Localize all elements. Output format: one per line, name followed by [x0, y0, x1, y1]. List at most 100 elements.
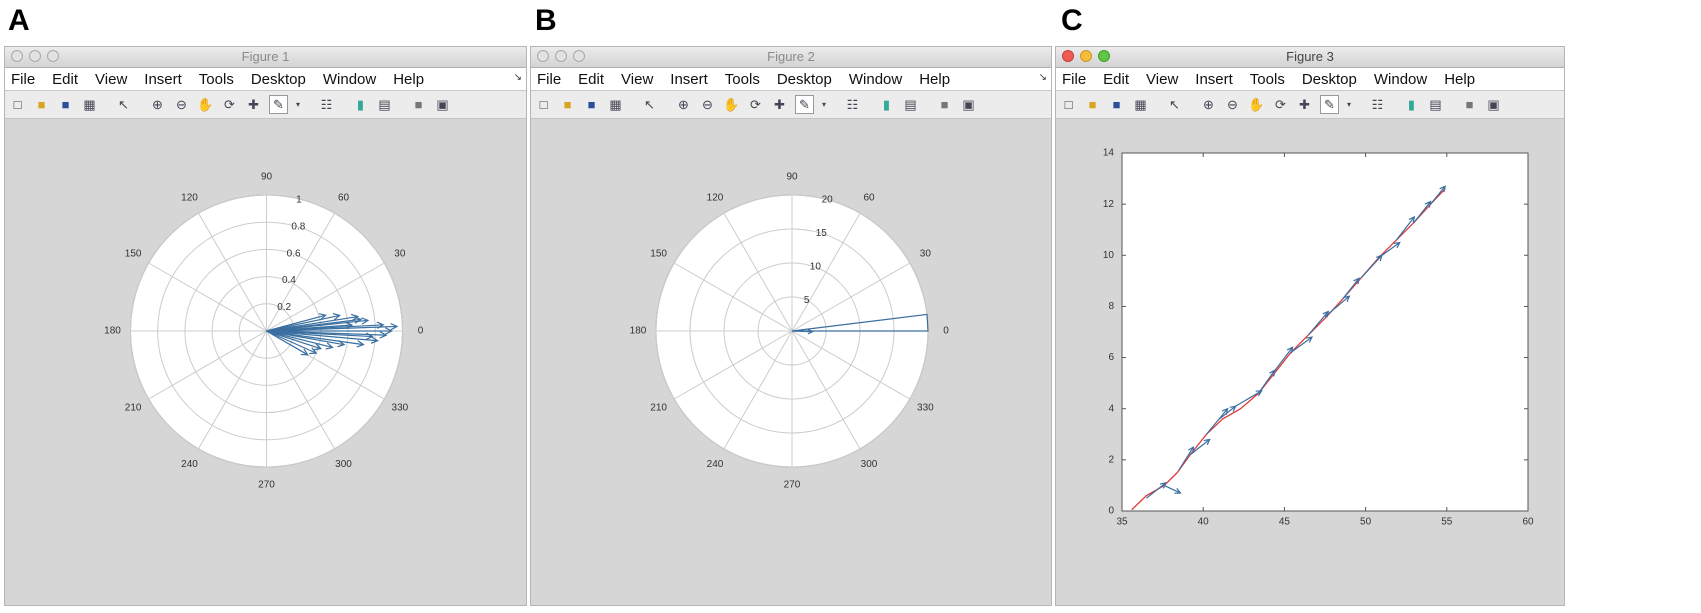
link-plot-icon[interactable]: ☷ — [844, 96, 861, 113]
angle-tick-label: 0 — [418, 326, 424, 337]
link-plot-icon[interactable]: ☷ — [1369, 96, 1386, 113]
legend-icon[interactable]: ▤ — [376, 96, 393, 113]
menu-file[interactable]: File — [11, 71, 35, 88]
hide-plot-tools-icon[interactable]: ■ — [1461, 96, 1478, 113]
data-cursor-icon[interactable]: ✚ — [245, 96, 262, 113]
window-title: Figure 2 — [767, 49, 815, 64]
colorbar-icon[interactable]: ▮ — [1403, 96, 1420, 113]
zoom-out-icon[interactable]: ⊖ — [1224, 96, 1241, 113]
menu-desktop[interactable]: Desktop — [1302, 71, 1357, 88]
angle-tick-label: 120 — [181, 192, 198, 203]
menu-insert[interactable]: Insert — [670, 71, 708, 88]
new-figure-icon[interactable]: □ — [1060, 96, 1077, 113]
rotate-3d-icon[interactable]: ⟳ — [1272, 96, 1289, 113]
menu-view[interactable]: View — [621, 71, 653, 88]
zoom-out-icon[interactable]: ⊖ — [173, 96, 190, 113]
colorbar-icon[interactable]: ▮ — [878, 96, 895, 113]
menu-view[interactable]: View — [1146, 71, 1178, 88]
angle-tick-label: 60 — [338, 192, 350, 203]
menu-help[interactable]: Help — [1444, 71, 1475, 88]
zoom-out-icon[interactable]: ⊖ — [699, 96, 716, 113]
hide-plot-tools-icon[interactable]: ■ — [410, 96, 427, 113]
figure-window-3: Figure 3 File Edit View Insert Tools Des… — [1055, 46, 1565, 606]
data-cursor-icon[interactable]: ✚ — [771, 96, 788, 113]
polar-compass-plot[interactable]: 0 30 60 90 120 150 180 210 240 270 300 330 0.2 0.4 0.6… — [5, 119, 527, 606]
menu-insert[interactable]: Insert — [1195, 71, 1233, 88]
rotate-3d-icon[interactable]: ⟳ — [747, 96, 764, 113]
hide-plot-tools-icon[interactable]: ■ — [936, 96, 953, 113]
save-icon[interactable]: ■ — [583, 96, 600, 113]
radial-tick-label: 0.2 — [277, 302, 291, 313]
y-tick-label: 8 — [1108, 301, 1114, 312]
open-file-icon[interactable]: ■ — [33, 96, 50, 113]
title-bar[interactable]: Figure 3 — [1056, 47, 1564, 68]
open-file-icon[interactable]: ■ — [1084, 96, 1101, 113]
axes-background — [1121, 152, 1529, 512]
dropdown-arrow-icon[interactable]: ▾ — [295, 96, 301, 113]
pointer-icon[interactable]: ↖ — [115, 96, 132, 113]
radial-tick-label: 15 — [816, 228, 828, 239]
menu-desktop[interactable]: Desktop — [777, 71, 832, 88]
legend-icon[interactable]: ▤ — [902, 96, 919, 113]
title-bar[interactable]: Figure 1 — [5, 47, 526, 68]
print-icon[interactable]: ▦ — [1132, 96, 1149, 113]
zoom-in-icon[interactable]: ⊕ — [149, 96, 166, 113]
menu-help[interactable]: Help — [393, 71, 424, 88]
pan-hand-icon[interactable]: ✋ — [197, 96, 214, 113]
legend-icon[interactable]: ▤ — [1427, 96, 1444, 113]
menu-window[interactable]: Window — [323, 71, 376, 88]
print-icon[interactable]: ▦ — [81, 96, 98, 113]
menu-tools[interactable]: Tools — [1250, 71, 1285, 88]
colorbar-icon[interactable]: ▮ — [352, 96, 369, 113]
zoom-in-icon[interactable]: ⊕ — [675, 96, 692, 113]
save-icon[interactable]: ■ — [1108, 96, 1125, 113]
menu-tools[interactable]: Tools — [199, 71, 234, 88]
brush-icon[interactable]: ✎ — [795, 95, 814, 114]
angle-tick-label: 240 — [181, 459, 198, 470]
x-tick-label: 55 — [1441, 517, 1453, 528]
save-icon[interactable]: ■ — [57, 96, 74, 113]
data-cursor-icon[interactable]: ✚ — [1296, 96, 1313, 113]
dock-arrow-icon[interactable]: ↘ — [1039, 72, 1047, 83]
show-plot-tools-icon[interactable]: ▣ — [960, 96, 977, 113]
rotate-3d-icon[interactable]: ⟳ — [221, 96, 238, 113]
rose-plot[interactable]: 0 30 60 90 120 150 180 210 240 270 300 330 5 10 15 20 — [531, 119, 1052, 606]
angle-tick-label: 30 — [394, 249, 406, 260]
angle-tick-label: 0 — [943, 326, 949, 337]
pointer-icon[interactable]: ↖ — [641, 96, 658, 113]
new-figure-icon[interactable]: □ — [9, 96, 26, 113]
radial-tick-label: 0.6 — [287, 248, 301, 259]
angle-tick-label: 150 — [650, 249, 667, 260]
menu-view[interactable]: View — [95, 71, 127, 88]
pan-hand-icon[interactable]: ✋ — [723, 96, 740, 113]
brush-icon[interactable]: ✎ — [269, 95, 288, 114]
dropdown-arrow-icon[interactable]: ▾ — [1346, 96, 1352, 113]
menu-edit[interactable]: Edit — [1103, 71, 1129, 88]
show-plot-tools-icon[interactable]: ▣ — [1485, 96, 1502, 113]
menu-edit[interactable]: Edit — [578, 71, 604, 88]
pan-hand-icon[interactable]: ✋ — [1248, 96, 1265, 113]
brush-icon[interactable]: ✎ — [1320, 95, 1339, 114]
menu-file[interactable]: File — [1062, 71, 1086, 88]
open-file-icon[interactable]: ■ — [559, 96, 576, 113]
menu-desktop[interactable]: Desktop — [251, 71, 306, 88]
pointer-icon[interactable]: ↖ — [1166, 96, 1183, 113]
dropdown-arrow-icon[interactable]: ▾ — [821, 96, 827, 113]
menu-help[interactable]: Help — [919, 71, 950, 88]
show-plot-tools-icon[interactable]: ▣ — [434, 96, 451, 113]
new-figure-icon[interactable]: □ — [535, 96, 552, 113]
menu-bar: File Edit View Insert Tools Desktop Wind… — [1056, 68, 1564, 91]
zoom-in-icon[interactable]: ⊕ — [1200, 96, 1217, 113]
menu-insert[interactable]: Insert — [144, 71, 182, 88]
menu-edit[interactable]: Edit — [52, 71, 78, 88]
title-bar[interactable]: Figure 2 — [531, 47, 1051, 68]
angle-tick-label: 180 — [104, 326, 121, 337]
menu-file[interactable]: File — [537, 71, 561, 88]
link-plot-icon[interactable]: ☷ — [318, 96, 335, 113]
trajectory-plot[interactable]: 35 40 45 50 55 60 0 2 4 6 8 10 12 14 — [1056, 119, 1565, 606]
dock-arrow-icon[interactable]: ↘ — [514, 72, 522, 83]
menu-window[interactable]: Window — [849, 71, 902, 88]
print-icon[interactable]: ▦ — [607, 96, 624, 113]
menu-tools[interactable]: Tools — [725, 71, 760, 88]
menu-window[interactable]: Window — [1374, 71, 1427, 88]
